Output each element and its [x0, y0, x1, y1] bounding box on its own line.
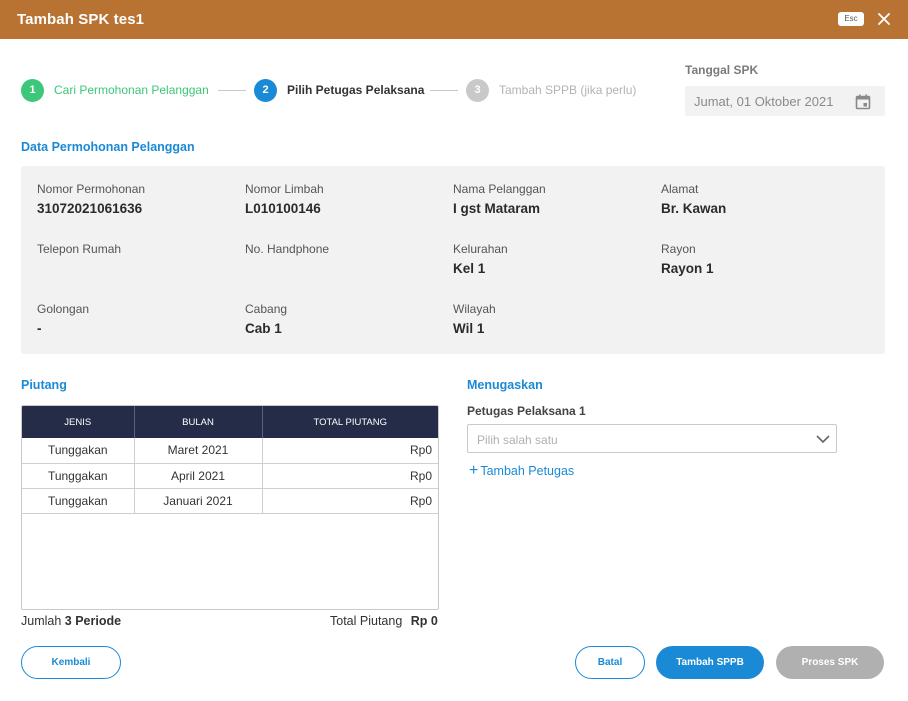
- cell-jenis: Tunggakan: [22, 463, 135, 489]
- step-number: 1: [21, 78, 44, 102]
- field-value: Kel 1: [453, 261, 486, 276]
- cell-bulan: Maret 2021: [134, 438, 263, 464]
- step-pilih-petugas[interactable]: 2 Pilih Petugas Pelaksana: [254, 78, 424, 102]
- step-number: 2: [254, 78, 277, 102]
- field-label: Rayon: [661, 242, 696, 256]
- tambah-petugas-label: Tambah Petugas: [480, 464, 575, 478]
- batal-button[interactable]: Batal: [575, 646, 645, 679]
- tanggal-spk-label: Tanggal SPK: [685, 63, 759, 77]
- column-header-total-piutang[interactable]: TOTAL PIUTANG: [262, 406, 438, 438]
- tambah-sppb-button[interactable]: Tambah SPPB: [656, 646, 764, 679]
- table-row: Tunggakan Maret 2021 Rp0: [22, 438, 438, 464]
- tanggal-spk-field[interactable]: Jumat, 01 Oktober 2021: [685, 86, 885, 116]
- field-alamat: Alamat Br. Kawan: [661, 182, 726, 216]
- jumlah-value: 3 Periode: [64, 614, 122, 628]
- field-value: L010100146: [245, 201, 321, 216]
- field-value: 31072021061636: [37, 201, 143, 216]
- cell-total: Rp0: [262, 488, 438, 514]
- field-nomor-limbah: Nomor Limbah L010100146: [245, 182, 324, 216]
- field-label: Wilayah: [453, 302, 496, 316]
- cell-total: Rp0: [262, 463, 438, 489]
- field-nama-pelanggan: Nama Pelanggan I gst Mataram: [453, 182, 546, 216]
- close-icon[interactable]: [876, 11, 892, 27]
- menugaskan-title: Menugaskan: [467, 378, 543, 392]
- table-row: Tunggakan Januari 2021 Rp0: [22, 488, 438, 514]
- field-nomor-permohonan: Nomor Permohonan 31072021061636: [37, 182, 145, 216]
- tanggal-spk-value: Jumat, 01 Oktober 2021: [694, 94, 834, 109]
- select-placeholder: Pilih salah satu: [477, 433, 558, 447]
- field-label: Nomor Limbah: [245, 182, 324, 196]
- jumlah-periode: Jumlah 3 Periode: [21, 614, 121, 628]
- step-number: 3: [466, 78, 489, 102]
- tambah-spk-modal: Tambah SPK tes1 Esc 1 Cari Permohonan Pe…: [0, 0, 908, 701]
- field-value: I gst Mataram: [453, 201, 541, 216]
- data-permohonan-title: Data Permohonan Pelanggan: [21, 140, 195, 154]
- field-rayon: Rayon Rayon 1: [661, 242, 714, 276]
- piutang-table: JENIS BULAN TOTAL PIUTANG Tunggakan Mare…: [21, 405, 439, 610]
- cell-bulan: April 2021: [134, 463, 263, 489]
- field-label: Golongan: [37, 302, 90, 316]
- total-piutang-value: Rp 0: [410, 614, 438, 628]
- field-value: Cab 1: [245, 321, 282, 336]
- total-piutang-label: Total Piutang: [330, 614, 403, 628]
- column-header-jenis[interactable]: JENIS: [22, 406, 135, 438]
- cell-bulan: Januari 2021: [134, 488, 263, 514]
- tambah-petugas-link[interactable]: + Tambah Petugas: [469, 462, 575, 479]
- field-label: Nama Pelanggan: [453, 182, 546, 196]
- field-label: Alamat: [661, 182, 699, 196]
- field-value: -: [37, 321, 42, 336]
- step-label: Cari Permohonan Pelanggan: [54, 83, 209, 97]
- field-value: Br. Kawan: [661, 201, 727, 216]
- field-golongan: Golongan -: [37, 302, 89, 336]
- field-label: Cabang: [245, 302, 288, 316]
- total-piutang: Total Piutang Rp 0: [330, 614, 438, 628]
- field-wilayah: Wilayah Wil 1: [453, 302, 496, 336]
- modal-title: Tambah SPK tes1: [17, 11, 145, 28]
- field-value: Rayon 1: [661, 261, 714, 276]
- esc-key-badge[interactable]: Esc: [838, 12, 864, 26]
- modal-header: Tambah SPK tes1 Esc: [0, 0, 908, 39]
- step-connector: [218, 90, 246, 91]
- step-label: Tambah SPPB (jika perlu): [499, 83, 637, 97]
- field-label: No. Handphone: [245, 242, 330, 256]
- field-telepon-rumah: Telepon Rumah: [37, 242, 121, 261]
- cell-total: Rp0: [262, 438, 438, 464]
- field-kelurahan: Kelurahan Kel 1: [453, 242, 508, 276]
- field-no-handphone: No. Handphone: [245, 242, 329, 261]
- table-row: Tunggakan April 2021 Rp0: [22, 463, 438, 489]
- jumlah-label: Jumlah: [21, 614, 62, 628]
- step-label: Pilih Petugas Pelaksana: [287, 83, 425, 97]
- piutang-title: Piutang: [21, 378, 67, 392]
- field-value: Wil 1: [453, 321, 485, 336]
- chevron-down-icon[interactable]: [816, 433, 830, 445]
- cell-jenis: Tunggakan: [22, 438, 135, 464]
- data-permohonan-panel: Nomor Permohonan 31072021061636 Nomor Li…: [21, 166, 885, 354]
- cell-jenis: Tunggakan: [22, 488, 135, 514]
- kembali-button[interactable]: Kembali: [21, 646, 121, 679]
- field-label: Telepon Rumah: [37, 242, 122, 256]
- petugas-pelaksana-label: Petugas Pelaksana 1: [467, 404, 586, 418]
- column-header-bulan[interactable]: BULAN: [134, 406, 263, 438]
- calendar-icon[interactable]: [855, 94, 871, 110]
- proses-spk-button[interactable]: Proses SPK: [776, 646, 884, 679]
- field-label: Nomor Permohonan: [37, 182, 146, 196]
- field-cabang: Cabang Cab 1: [245, 302, 287, 336]
- plus-icon: +: [469, 462, 479, 479]
- step-tambah-sppb[interactable]: 3 Tambah SPPB (jika perlu): [466, 78, 636, 102]
- step-cari-permohonan[interactable]: 1 Cari Permohonan Pelanggan: [21, 78, 209, 102]
- field-label: Kelurahan: [453, 242, 508, 256]
- step-connector: [430, 90, 458, 91]
- petugas-pelaksana-select[interactable]: Pilih salah satu: [467, 424, 837, 453]
